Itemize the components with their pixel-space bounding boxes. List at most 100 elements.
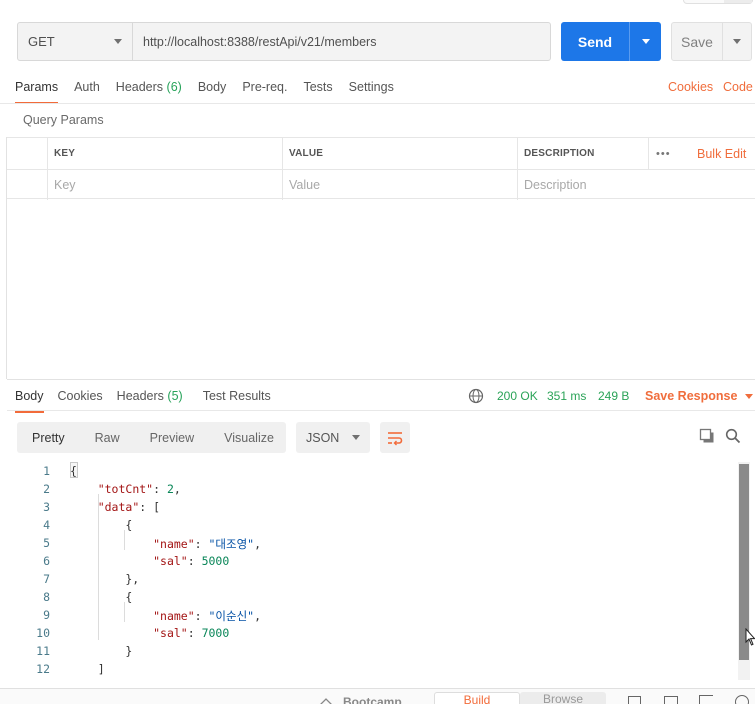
tab-settings[interactable]: Settings xyxy=(349,78,394,102)
browse-tab[interactable]: Browse xyxy=(520,692,606,704)
line-number: 2 xyxy=(43,482,50,496)
tab-auth[interactable]: Auth xyxy=(74,78,100,102)
format-label: JSON xyxy=(306,430,340,445)
view-preview[interactable]: Preview xyxy=(135,422,209,453)
chevron-down-icon xyxy=(352,435,360,440)
tab-test-results[interactable]: Test Results xyxy=(203,387,271,411)
bottom-status-bar: Bootcamp Build Browse xyxy=(0,688,755,704)
save-label: Save xyxy=(681,33,713,50)
save-dropdown[interactable] xyxy=(722,23,751,60)
code-line: { xyxy=(70,590,133,604)
chevron-down-icon xyxy=(641,39,650,44)
request-tabs: Params Auth Headers (6) Body Pre-req. Te… xyxy=(15,78,410,104)
key-input[interactable]: Key xyxy=(47,170,282,200)
editor-scrollbar[interactable] xyxy=(738,462,750,680)
table-row: Key Value Description xyxy=(7,169,755,200)
tab-label: Pre-req. xyxy=(242,80,288,94)
chevron-down-icon xyxy=(745,393,754,399)
cookies-link[interactable]: Cookies xyxy=(668,80,713,94)
header-key: KEY xyxy=(54,148,76,159)
settings-icon[interactable] xyxy=(699,695,713,704)
chevron-down-icon xyxy=(733,39,741,44)
two-pane-icon[interactable] xyxy=(664,696,678,704)
header-value: VALUE xyxy=(289,148,324,159)
table-header-row: KEY VALUE DESCRIPTION ••• Bulk Edit xyxy=(7,138,755,169)
tab-response-cookies[interactable]: Cookies xyxy=(58,387,103,411)
tabs-divider xyxy=(0,103,755,104)
view-raw[interactable]: Raw xyxy=(80,422,135,453)
value-input[interactable]: Value xyxy=(282,170,517,200)
view-pretty[interactable]: Pretty xyxy=(17,422,80,453)
tab-response-body[interactable]: Body xyxy=(15,387,44,413)
method-select[interactable]: GET xyxy=(18,23,133,60)
code-line: "sal": 5000 xyxy=(153,554,230,568)
line-number: 7 xyxy=(43,572,50,586)
search-icon[interactable] xyxy=(725,428,741,444)
code-link[interactable]: Code xyxy=(723,80,753,94)
url-input[interactable]: http://localhost:8388/restApi/v21/member… xyxy=(133,23,550,60)
code-line: ] xyxy=(70,662,105,676)
globe-icon[interactable] xyxy=(468,388,484,404)
tab-headers[interactable]: Headers (6) xyxy=(116,78,182,102)
response-body-editor[interactable]: 1 { 2 "totCnt": 2, 3 "data": [ 4 { 5 "na… xyxy=(0,462,740,680)
code-line: "name": "이순신", xyxy=(153,609,262,623)
tab-params[interactable]: Params xyxy=(15,78,59,104)
url-text: http://localhost:8388/restApi/v21/member… xyxy=(143,34,377,49)
format-select[interactable]: JSON xyxy=(296,422,370,453)
response-tabs-divider xyxy=(7,410,755,411)
view-mode-bar: Pretty Raw Preview Visualize xyxy=(17,422,286,453)
wrap-lines-button[interactable] xyxy=(380,422,410,453)
tab-response-headers[interactable]: Headers (5) xyxy=(117,387,183,411)
tab-label: Params xyxy=(15,80,59,94)
line-number: 4 xyxy=(43,518,50,532)
line-number: 1 xyxy=(43,464,50,478)
tab-body[interactable]: Body xyxy=(198,78,227,102)
query-params-title: Query Params xyxy=(23,113,104,127)
window-control xyxy=(683,0,753,4)
code-line: } xyxy=(70,644,133,658)
bootcamp-icon xyxy=(320,698,332,704)
tab-prereq[interactable]: Pre-req. xyxy=(242,78,287,102)
code-line: { xyxy=(70,518,133,532)
copy-icon[interactable] xyxy=(699,428,715,444)
line-number: 6 xyxy=(43,554,50,568)
line-number: 12 xyxy=(36,662,50,676)
tab-label: Headers xyxy=(115,80,164,94)
send-button[interactable]: Send xyxy=(561,22,661,61)
tab-label: Test Results xyxy=(202,389,271,403)
description-input[interactable]: Description xyxy=(517,170,755,200)
tab-label: Headers xyxy=(116,389,164,403)
line-number: 10 xyxy=(36,626,50,640)
response-size[interactable]: 249 B xyxy=(598,387,629,405)
save-response-button[interactable]: Save Response xyxy=(645,387,754,405)
tab-tests[interactable]: Tests xyxy=(303,78,332,102)
build-tab[interactable]: Build xyxy=(434,692,520,704)
code-line: }, xyxy=(70,572,140,586)
pane-divider[interactable] xyxy=(7,379,755,380)
line-number: 9 xyxy=(43,608,50,622)
tab-label: Tests xyxy=(303,80,333,94)
bootcamp-link[interactable]: Bootcamp xyxy=(343,695,402,704)
view-visualize[interactable]: Visualize xyxy=(209,422,289,453)
send-dropdown[interactable] xyxy=(629,22,661,61)
wrap-icon xyxy=(388,431,403,445)
help-icon[interactable] xyxy=(735,695,749,704)
status-code[interactable]: 200 OK xyxy=(497,387,538,405)
response-time[interactable]: 351 ms xyxy=(547,387,586,405)
send-label: Send xyxy=(577,33,613,50)
code-line: "sal": 7000 xyxy=(153,626,230,640)
line-number: 8 xyxy=(43,590,50,604)
tab-count: (5) xyxy=(167,389,183,403)
method-label: GET xyxy=(28,34,55,49)
query-params-table: KEY VALUE DESCRIPTION ••• Bulk Edit Key … xyxy=(7,137,755,200)
more-icon[interactable]: ••• xyxy=(649,138,671,169)
tab-label: Body xyxy=(197,80,227,94)
header-description: DESCRIPTION xyxy=(524,148,595,159)
line-number: 5 xyxy=(43,536,50,550)
bulk-edit-link[interactable]: Bulk Edit xyxy=(690,138,746,169)
find-replace-icon[interactable] xyxy=(628,696,641,704)
tab-label: Body xyxy=(15,389,44,403)
code-line: "name": "대조영", xyxy=(153,537,262,551)
tab-label: Cookies xyxy=(57,389,103,403)
save-button[interactable]: Save xyxy=(671,22,752,61)
